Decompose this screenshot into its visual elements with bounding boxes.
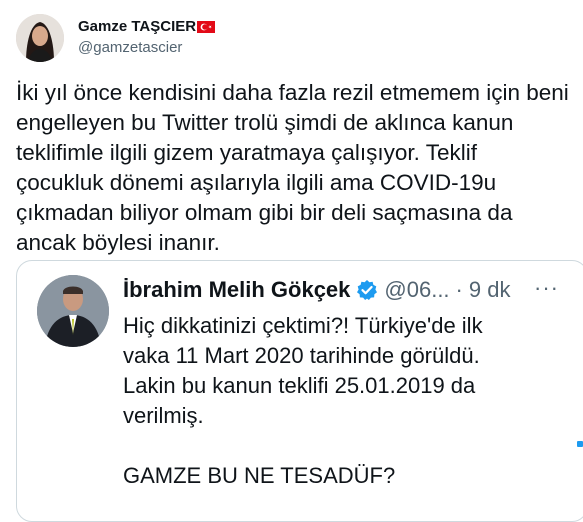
author-avatar[interactable] <box>16 14 64 62</box>
quoted-author-avatar-image <box>37 275 109 347</box>
tweet-line: teklifimle ilgili gizem yaratmaya çalışı… <box>16 140 477 165</box>
quoted-tweet-closing-line: GAMZE BU NE TESADÜF? <box>123 463 396 488</box>
quoted-author-handle[interactable]: @06... <box>384 277 449 303</box>
quoted-tweet-line: Hiç dikkatinizi çektimi?! Türkiye'de ilk <box>123 313 483 338</box>
quoted-tweet-body: Hiç dikkatinizi çektimi?! Türkiye'de ilk… <box>123 311 563 491</box>
tweet-line: İki yıl önce kendisini daha fazla rezil … <box>16 80 569 105</box>
tweet-line: ancak böylesi inanır. <box>16 230 220 255</box>
quoted-tweet-header: İbrahim Melih Gökçek @06... · 9 dk <box>123 277 510 303</box>
quoted-tweet-card[interactable]: İbrahim Melih Gökçek @06... · 9 dk ··· H… <box>16 260 583 522</box>
tweet-body: İki yıl önce kendisini daha fazla rezil … <box>16 78 576 258</box>
author-handle[interactable]: @gamzetascier <box>78 39 182 56</box>
more-horizontal-icon[interactable]: ··· <box>534 275 559 301</box>
verified-badge-icon <box>357 280 378 300</box>
tweet-line: çıkmadan biliyor olmam gibi bir deli saç… <box>16 200 513 225</box>
quoted-tweet-line: Lakin bu kanun teklifi 25.01.2019 da <box>123 373 476 398</box>
scroll-indicator <box>577 441 583 447</box>
author-display-name[interactable]: Gamze TAŞCIER <box>78 18 196 35</box>
quoted-tweet-time[interactable]: 9 dk <box>469 277 511 303</box>
quoted-author-display-name[interactable]: İbrahim Melih Gökçek <box>123 277 350 303</box>
author-avatar-image <box>16 14 64 62</box>
quoted-tweet-line: vaka 11 Mart 2020 tarihinde görüldü. <box>123 343 480 368</box>
turkey-flag-icon <box>197 20 216 33</box>
tweet-line: çocukluk dönemi aşılarıyla ilgili ama CO… <box>16 170 497 195</box>
quoted-author-avatar[interactable] <box>37 275 109 347</box>
author-name-row: Gamze TAŞCIER <box>78 18 216 35</box>
tweet-line: engelleyen bu Twitter trolü şimdi de akl… <box>16 110 514 135</box>
tweet-header: Gamze TAŞCIER @gamzetascier <box>16 14 567 64</box>
quoted-tweet-line: verilmiş. <box>123 403 204 428</box>
header-separator: · <box>455 277 463 302</box>
